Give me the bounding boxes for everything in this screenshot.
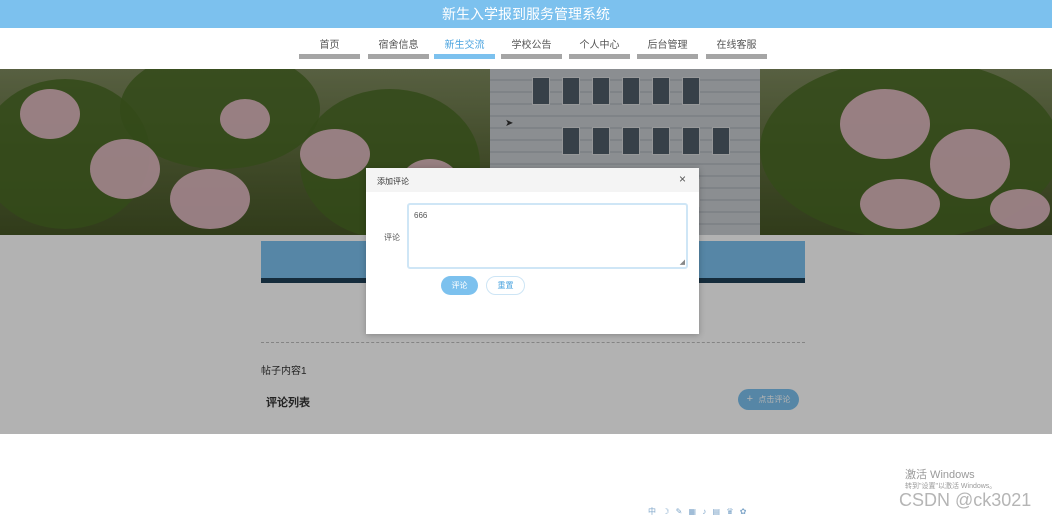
system-tray: 中 ☽ ✎ ▦ ♪ ▤ ♛ ✿ (648, 507, 749, 516)
comment-field-label: 评论 (384, 233, 400, 242)
nav-item-admin[interactable]: 后台管理 (637, 39, 698, 59)
csdn-credit: CSDN @ck3021 (899, 490, 1032, 510)
app-title-bar: 新生入学报到服务管理系统 (0, 0, 1052, 28)
main-nav: 首页 宿舍信息 新生交流 学校公告 个人中心 后台管理 在线客服 (0, 28, 1052, 69)
app-title: 新生入学报到服务管理系统 (442, 6, 610, 22)
add-comment-dialog: 添加评论 × 评论 666 ◢ 评论 重置 (366, 168, 699, 334)
submit-comment-button[interactable]: 评论 (441, 276, 478, 295)
nav-item-school-notice[interactable]: 学校公告 (501, 39, 562, 59)
nav-item-personal-center[interactable]: 个人中心 (569, 39, 630, 59)
reset-button[interactable]: 重置 (486, 276, 525, 295)
nav-item-home[interactable]: 首页 (299, 39, 360, 59)
nav-item-student-forum[interactable]: 新生交流 (434, 39, 495, 59)
nav-item-dorm-info[interactable]: 宿舍信息 (368, 39, 429, 59)
dialog-header: 添加评论 × (366, 168, 699, 192)
nav-item-online-service[interactable]: 在线客服 (706, 39, 767, 59)
close-icon[interactable]: × (679, 173, 686, 185)
comment-text: 666 (414, 211, 428, 220)
mouse-cursor-icon: ➤ (505, 118, 514, 129)
dialog-title: 添加评论 (377, 177, 409, 186)
resize-grip-icon[interactable]: ◢ (680, 259, 685, 266)
activation-watermark-title: 激活 Windows (905, 469, 975, 481)
comment-textarea[interactable]: 666 ◢ (407, 203, 688, 269)
